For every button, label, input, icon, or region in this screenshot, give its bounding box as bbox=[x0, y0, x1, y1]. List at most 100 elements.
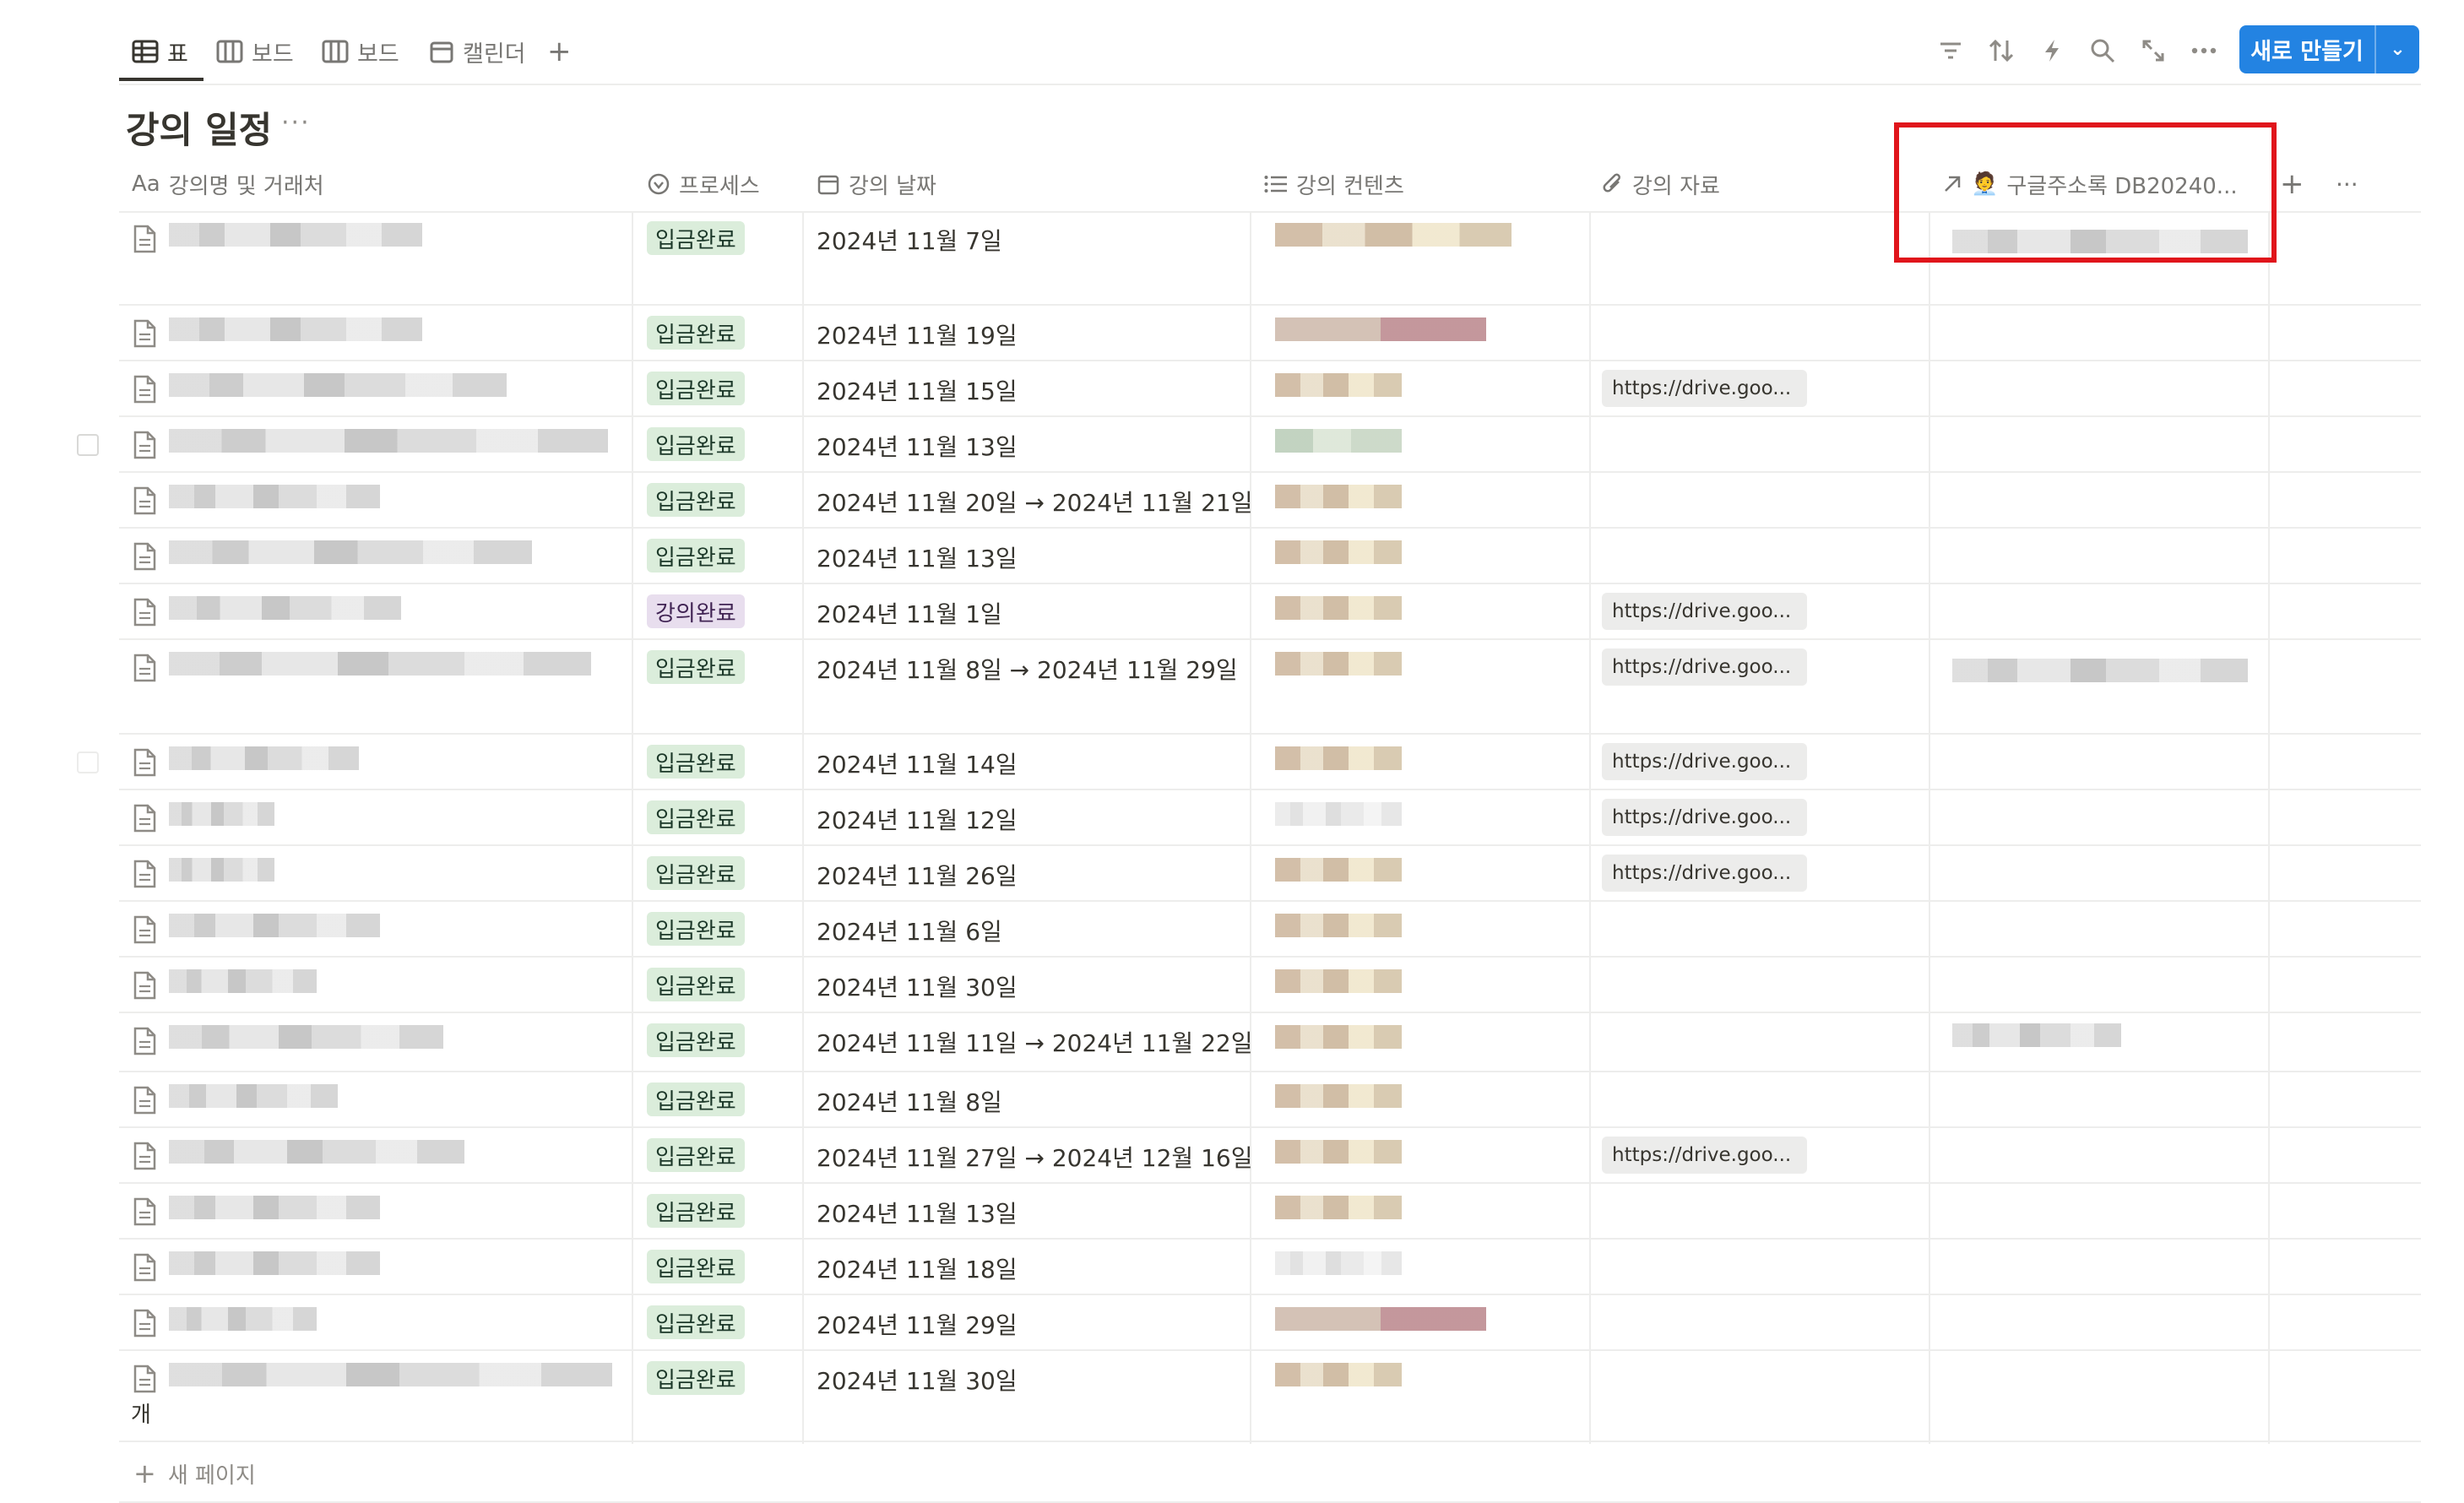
column-header-name[interactable]: Aa 강의명 및 거래처 bbox=[132, 165, 630, 203]
lecture-date[interactable]: 2024년 11월 26일 bbox=[817, 858, 1018, 892]
redacted-content-tags[interactable] bbox=[1275, 802, 1402, 826]
page-icon[interactable] bbox=[132, 971, 157, 1000]
redacted-content-tags[interactable] bbox=[1275, 1084, 1402, 1108]
redacted-name[interactable] bbox=[169, 1140, 464, 1164]
table-row[interactable]: 입금완료 2024년 11월 29일 bbox=[0, 1295, 2464, 1351]
status-tag[interactable]: 입금완료 bbox=[647, 968, 745, 1001]
status-tag[interactable]: 입금완료 bbox=[647, 1305, 745, 1339]
view-tab-board[interactable]: 보드 bbox=[216, 30, 294, 73]
redacted-name[interactable] bbox=[169, 1025, 443, 1049]
search-icon[interactable] bbox=[2086, 34, 2119, 68]
lecture-date[interactable]: 2024년 11월 30일 bbox=[817, 1363, 1018, 1397]
page-icon[interactable] bbox=[132, 860, 157, 888]
redacted-content-tags[interactable] bbox=[1275, 373, 1402, 397]
page-icon[interactable] bbox=[132, 1365, 157, 1393]
redacted-content-tags[interactable] bbox=[1275, 858, 1402, 882]
lecture-date[interactable]: 2024년 11월 13일 bbox=[817, 540, 1018, 574]
redacted-content-tags[interactable] bbox=[1275, 652, 1402, 676]
page-icon[interactable] bbox=[132, 748, 157, 777]
lecture-date[interactable]: 2024년 11월 19일 bbox=[817, 317, 1018, 351]
redacted-name[interactable] bbox=[169, 596, 401, 620]
status-tag[interactable]: 입금완료 bbox=[647, 856, 745, 890]
page-icon[interactable] bbox=[132, 375, 157, 404]
redacted-content-tags[interactable] bbox=[1275, 746, 1402, 770]
lecture-date[interactable]: 2024년 11월 18일 bbox=[817, 1251, 1018, 1285]
table-row[interactable]: 입금완료 2024년 11월 20일 → 2024년 11월 21일 bbox=[0, 473, 2464, 529]
redacted-name[interactable] bbox=[169, 429, 608, 453]
table-row[interactable]: 입금완료 2024년 11월 15일 https://drive.goo... bbox=[0, 361, 2464, 417]
status-tag[interactable]: 입금완료 bbox=[647, 1361, 745, 1395]
redacted-name[interactable] bbox=[169, 540, 532, 564]
status-tag[interactable]: 입금완료 bbox=[647, 650, 745, 684]
column-more-icon[interactable]: ··· bbox=[2336, 165, 2358, 203]
redacted-relation[interactable] bbox=[1952, 659, 2248, 682]
redacted-name[interactable] bbox=[169, 802, 274, 826]
lecture-date[interactable]: 2024년 11월 20일 → 2024년 11월 21일 bbox=[817, 485, 1252, 518]
row-checkbox[interactable] bbox=[77, 434, 99, 456]
page-icon[interactable] bbox=[132, 319, 157, 348]
table-row[interactable]: 입금완료 2024년 11월 14일 https://drive.goo... bbox=[0, 735, 2464, 790]
page-icon[interactable] bbox=[132, 1309, 157, 1338]
redacted-name[interactable] bbox=[169, 485, 380, 508]
redacted-name[interactable] bbox=[169, 1196, 380, 1219]
redacted-content-tags[interactable] bbox=[1275, 317, 1486, 341]
redacted-content-tags[interactable] bbox=[1275, 223, 1512, 247]
redacted-name[interactable] bbox=[169, 317, 422, 341]
row-checkbox[interactable] bbox=[77, 752, 99, 773]
table-row[interactable]: 입금완료 2024년 11월 13일 bbox=[0, 529, 2464, 584]
lecture-date[interactable]: 2024년 11월 8일 bbox=[817, 1084, 1002, 1118]
page-icon[interactable] bbox=[132, 915, 157, 944]
column-header-files[interactable]: 강의 자료 bbox=[1602, 165, 1923, 203]
lecture-date[interactable]: 2024년 11월 8일 → 2024년 11월 29일 bbox=[817, 652, 1238, 686]
redacted-name[interactable] bbox=[169, 1363, 612, 1386]
view-tab-table[interactable]: 표 bbox=[132, 30, 188, 73]
status-tag[interactable]: 입금완료 bbox=[647, 1023, 745, 1057]
page-icon[interactable] bbox=[132, 804, 157, 833]
lecture-date[interactable]: 2024년 11월 13일 bbox=[817, 1196, 1018, 1229]
status-tag[interactable]: 입금완료 bbox=[647, 1082, 745, 1116]
page-icon[interactable] bbox=[132, 431, 157, 459]
drive-link[interactable]: https://drive.goo... bbox=[1602, 593, 1807, 630]
table-row[interactable]: 입금완료 2024년 11월 18일 bbox=[0, 1240, 2464, 1295]
table-row[interactable]: 입금완료 2024년 11월 13일 bbox=[0, 417, 2464, 473]
chevron-down-icon[interactable]: ⌄ bbox=[2376, 39, 2419, 60]
drive-link[interactable]: https://drive.goo... bbox=[1602, 855, 1807, 892]
column-header-content[interactable]: 강의 컨텐츠 bbox=[1264, 165, 1585, 203]
redacted-content-tags[interactable] bbox=[1275, 1363, 1402, 1386]
drive-link[interactable]: https://drive.goo... bbox=[1602, 1137, 1807, 1174]
drive-link[interactable]: https://drive.goo... bbox=[1602, 370, 1807, 407]
redacted-name[interactable] bbox=[169, 223, 422, 247]
redacted-content-tags[interactable] bbox=[1275, 1307, 1486, 1331]
table-row[interactable]: 입금완료 2024년 11월 8일 → 2024년 11월 29일 https://… bbox=[0, 640, 2464, 735]
table-row[interactable]: 입금완료 2024년 11월 19일 bbox=[0, 306, 2464, 361]
status-tag[interactable]: 입금완료 bbox=[647, 745, 745, 779]
database-title[interactable]: 강의 일정 bbox=[126, 101, 272, 154]
status-tag[interactable]: 입금완료 bbox=[647, 483, 745, 517]
add-column-button[interactable]: + bbox=[2280, 165, 2304, 203]
lecture-date[interactable]: 2024년 11월 29일 bbox=[817, 1307, 1018, 1341]
page-icon[interactable] bbox=[132, 598, 157, 627]
page-icon[interactable] bbox=[132, 654, 157, 682]
status-tag[interactable]: 입금완료 bbox=[647, 427, 745, 461]
drive-link[interactable]: https://drive.goo... bbox=[1602, 648, 1807, 686]
table-row[interactable]: 입금완료 2024년 11월 11일 → 2024년 11월 22일 bbox=[0, 1013, 2464, 1072]
status-tag[interactable]: 입금완료 bbox=[647, 1194, 745, 1228]
table-row[interactable]: 입금완료 2024년 11월 6일 bbox=[0, 902, 2464, 958]
page-icon[interactable] bbox=[132, 1197, 157, 1226]
redacted-content-tags[interactable] bbox=[1275, 429, 1402, 453]
sort-icon[interactable] bbox=[1984, 34, 2018, 68]
lecture-date[interactable]: 2024년 11월 14일 bbox=[817, 746, 1018, 780]
redacted-content-tags[interactable] bbox=[1275, 914, 1402, 937]
table-row[interactable]: 입금완료 2024년 11월 27일 → 2024년 12월 16일 https:/… bbox=[0, 1128, 2464, 1184]
redacted-content-tags[interactable] bbox=[1275, 1196, 1402, 1219]
table-row[interactable]: 입금완료 2024년 11월 30일 bbox=[0, 958, 2464, 1013]
redacted-name[interactable] bbox=[169, 746, 359, 770]
lecture-date[interactable]: 2024년 11월 11일 → 2024년 11월 22일 bbox=[817, 1025, 1252, 1059]
table-row[interactable]: 입금완료 2024년 11월 30일 bbox=[0, 1351, 2464, 1442]
redacted-content-tags[interactable] bbox=[1275, 1025, 1402, 1049]
redacted-name[interactable] bbox=[169, 373, 507, 397]
redacted-relation[interactable] bbox=[1952, 1023, 2121, 1047]
lecture-date[interactable]: 2024년 11월 30일 bbox=[817, 969, 1018, 1003]
lecture-date[interactable]: 2024년 11월 12일 bbox=[817, 802, 1018, 836]
lecture-date[interactable]: 2024년 11월 13일 bbox=[817, 429, 1018, 463]
